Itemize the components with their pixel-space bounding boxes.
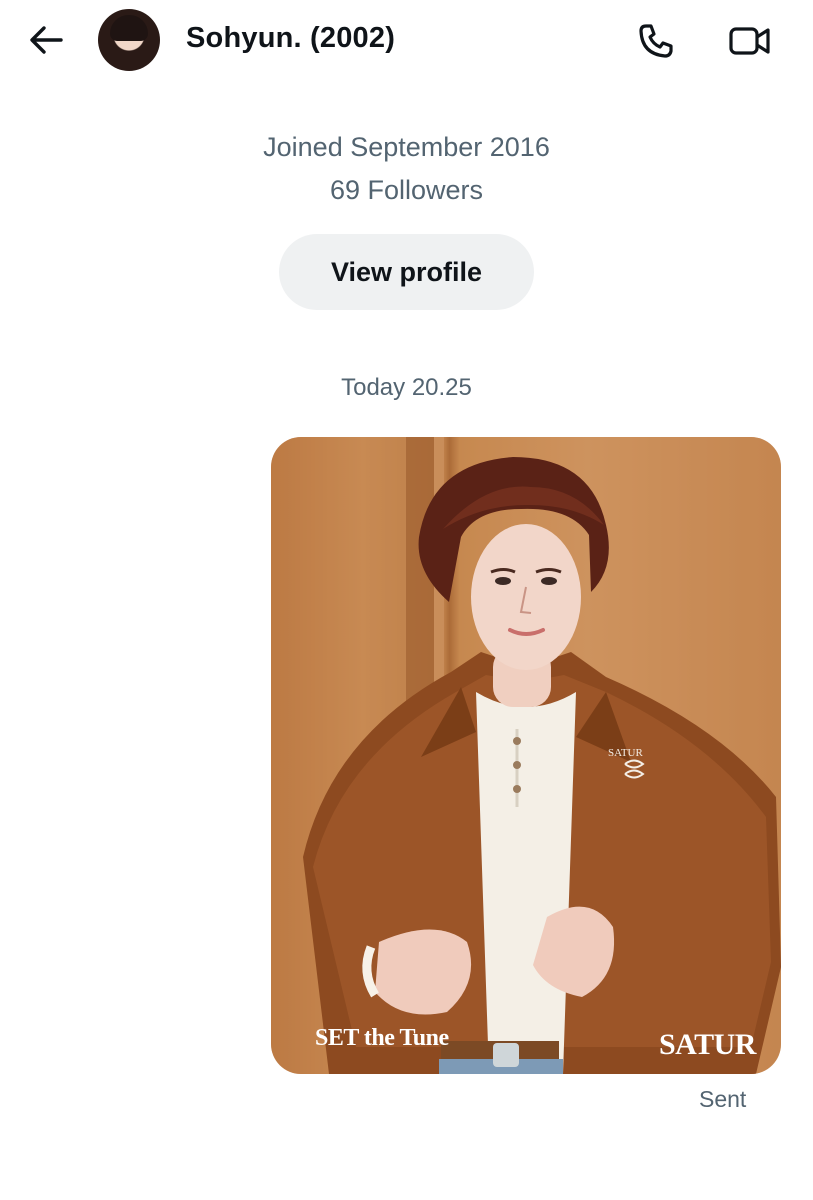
campaign-logo: SET the Tune xyxy=(315,1025,449,1051)
joined-date: Joined September 2016 xyxy=(263,132,550,162)
video-call-button[interactable] xyxy=(724,18,776,64)
phone-icon xyxy=(639,24,673,58)
view-profile-button[interactable]: View profile xyxy=(279,234,534,310)
back-button[interactable] xyxy=(22,18,70,62)
followers-count: 69 Followers xyxy=(329,175,484,205)
jacket-brand-text: SATUR xyxy=(608,747,643,759)
contact-avatar[interactable] xyxy=(98,9,160,71)
back-arrow-icon xyxy=(30,26,63,54)
video-camera-icon xyxy=(729,27,770,55)
message-status: Sent xyxy=(699,1086,747,1112)
photo-illustration xyxy=(271,437,781,1074)
call-button[interactable] xyxy=(632,18,680,64)
image-message[interactable]: SATUR SET the Tune SATUR xyxy=(271,437,781,1074)
brand-logo: SATUR xyxy=(659,1028,756,1061)
message-timestamp: Today 20.25 xyxy=(341,374,472,401)
contact-name[interactable]: Sohyun. (2002) xyxy=(186,22,395,55)
chat-header: Sohyun. (2002) xyxy=(0,0,813,84)
